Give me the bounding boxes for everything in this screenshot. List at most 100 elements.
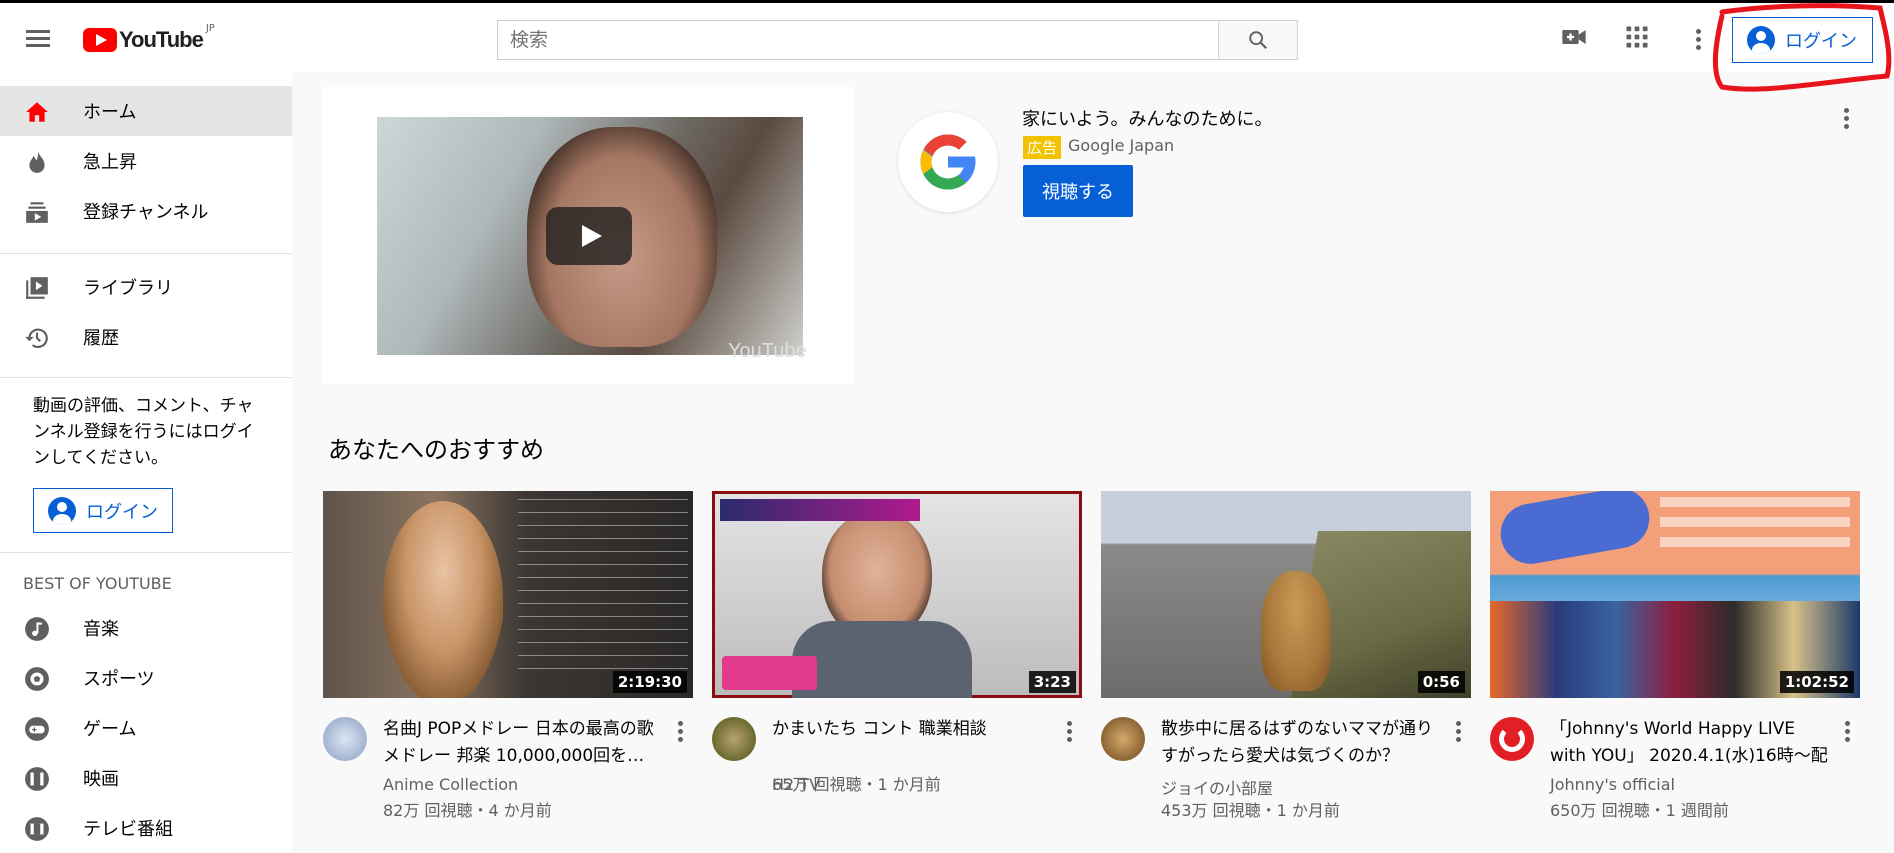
- channel-avatar[interactable]: [712, 717, 756, 761]
- video-more-icon[interactable]: [1059, 716, 1079, 746]
- caption-badge: [722, 656, 817, 690]
- sidebar-item-tv-shows[interactable]: テレビ番組: [0, 803, 292, 853]
- video-thumbnail[interactable]: 1:02:52: [1490, 491, 1860, 698]
- sidebar-item-label: ホーム: [83, 102, 137, 123]
- video-duration: 0:56: [1417, 671, 1465, 693]
- subscriptions-icon: [26, 202, 48, 223]
- video-thumbnail[interactable]: 0:56: [1101, 491, 1471, 698]
- sidebar-item-label: 映画: [83, 769, 119, 790]
- account-circle-icon: [48, 496, 76, 525]
- search-icon: [1249, 31, 1268, 50]
- sports-icon: [25, 667, 49, 691]
- video-title[interactable]: 「Johnny's World Happy LIVE with YOU」 202…: [1550, 716, 1835, 770]
- apps-grid-icon[interactable]: [1623, 23, 1651, 51]
- dog-image: [1261, 571, 1331, 691]
- login-label: ログイン: [86, 501, 158, 523]
- video-meta: 65万 回視聴・1 か月前: [772, 775, 941, 794]
- ad-video-more-icon[interactable]: • • •: [803, 113, 815, 149]
- sidebar-item-label: 急上昇: [83, 152, 137, 173]
- ad-advertiser: Google Japan: [1068, 136, 1175, 155]
- library-icon: [26, 277, 48, 299]
- sidebar: ホーム 急上昇 登録チャンネル ライブラリ 履歴 動画の評価、コメント、チャンネ…: [0, 72, 292, 852]
- header-login-button[interactable]: ログイン: [1732, 17, 1873, 63]
- history-icon: [25, 328, 48, 348]
- channel-name[interactable]: Johnny's official: [1550, 775, 1675, 794]
- sidebar-item-label: ライブラリ: [83, 278, 173, 299]
- top-bar: YouTube JP ログイン: [0, 0, 1894, 72]
- region-code: JP: [205, 23, 215, 34]
- video-title[interactable]: 散歩中に居るはずのないママが通りすがったら愛犬は気づくのか？: [1161, 716, 1446, 770]
- hamburger-menu-icon[interactable]: [22, 26, 54, 54]
- channel-name[interactable]: ジョイの小部屋: [1161, 775, 1273, 799]
- sidebar-item-label: 履歴: [83, 328, 119, 349]
- channel-name[interactable]: Anime Collection: [383, 775, 518, 794]
- video-card: 1:02:52 「Johnny's World Happy LIVE with …: [1490, 491, 1860, 831]
- sidebar-item-label: スポーツ: [83, 669, 155, 690]
- sidebar-item-label: 音楽: [83, 619, 119, 640]
- sidebar-item-sports[interactable]: スポーツ: [0, 653, 292, 703]
- video-thumbnail[interactable]: 2:19:30: [323, 491, 693, 698]
- sidebar-item-label: ゲーム: [83, 719, 137, 740]
- video-card: 2:19:30 名曲J POPメドレー 日本の最高の歌メドレー 邦楽 10,00…: [323, 491, 693, 831]
- google-g-icon: [920, 134, 976, 190]
- ad-video-frame: [377, 117, 803, 355]
- ad-more-icon[interactable]: [1836, 103, 1856, 133]
- sidebar-item-subscriptions[interactable]: 登録チャンネル: [0, 186, 292, 236]
- best-of-youtube-heading: BEST OF YOUTUBE: [23, 574, 172, 593]
- show-logo-badge: [1495, 491, 1655, 569]
- music-icon: [25, 617, 49, 641]
- sidebar-item-label: 登録チャンネル: [83, 202, 209, 223]
- search-input[interactable]: [497, 20, 1218, 60]
- channel-avatar[interactable]: [1101, 717, 1145, 761]
- search-bar: [497, 20, 1298, 60]
- comedian-suit: [792, 621, 972, 698]
- signin-prompt-text: 動画の評価、コメント、チャンネル登録を行うにはログインしてください。: [33, 396, 254, 468]
- search-button[interactable]: [1218, 20, 1298, 60]
- sidebar-item-home[interactable]: ホーム: [0, 86, 292, 136]
- youtube-logo[interactable]: YouTube JP: [83, 23, 215, 55]
- create-video-icon[interactable]: [1560, 23, 1588, 51]
- home-icon: [26, 102, 48, 122]
- ad-title[interactable]: 家にいよう。みんなのために。: [1022, 105, 1273, 131]
- video-title[interactable]: かまいたち コント 職業相談: [772, 716, 1057, 743]
- video-meta: 453万 回視聴・1 か月前: [1161, 801, 1340, 820]
- video-more-icon[interactable]: [670, 716, 690, 746]
- video-more-icon[interactable]: [1448, 716, 1468, 746]
- sidebar-item-gaming[interactable]: ゲーム: [0, 703, 292, 753]
- video-duration: 3:23: [1028, 671, 1076, 693]
- sidebar-item-library[interactable]: ライブラリ: [0, 262, 292, 312]
- play-icon[interactable]: [546, 207, 632, 265]
- video-card: 3:23 かまいたち コント 職業相談 H2 TV 65万 回視聴・1 か月前: [712, 491, 1082, 831]
- sidebar-item-music[interactable]: 音楽: [0, 603, 292, 653]
- sidebar-item-history[interactable]: 履歴: [0, 312, 292, 362]
- video-thumbnail[interactable]: 3:23: [712, 491, 1082, 698]
- sidebar-login-button[interactable]: ログイン: [33, 488, 173, 533]
- singer-image: [383, 501, 503, 698]
- video-more-icon[interactable]: [1837, 716, 1857, 746]
- caption-banner: [720, 499, 920, 521]
- video-meta: 82万 回視聴・4 か月前: [383, 801, 552, 820]
- logo-text: YouTube: [119, 27, 204, 52]
- youtube-watermark: YouTube: [728, 340, 807, 362]
- account-circle-icon: [1747, 26, 1775, 54]
- login-label: ログイン: [1785, 31, 1857, 52]
- sidebar-divider: [0, 253, 292, 254]
- sidebar-item-label: テレビ番組: [83, 819, 173, 840]
- ad-video-player[interactable]: • • • YouTube: [323, 87, 853, 384]
- show-title-text-art: [1660, 497, 1850, 557]
- video-card: 0:56 散歩中に居るはずのないママが通りすがったら愛犬は気づくのか？ ジョイの…: [1101, 491, 1471, 831]
- sidebar-divider: [0, 377, 292, 378]
- watch-button[interactable]: 視聴する: [1023, 165, 1133, 217]
- sidebar-item-trending[interactable]: 急上昇: [0, 136, 292, 186]
- youtube-play-logo-icon: [83, 28, 117, 52]
- sidebar-item-movies[interactable]: 映画: [0, 753, 292, 803]
- channel-avatar[interactable]: [1490, 717, 1534, 761]
- johnnys-logo-icon: [1499, 726, 1525, 752]
- channel-avatar[interactable]: [323, 717, 367, 761]
- google-avatar[interactable]: [898, 112, 998, 212]
- video-title[interactable]: 名曲J POPメドレー 日本の最高の歌メドレー 邦楽 10,000,000回を…: [383, 716, 668, 770]
- video-meta: 650万 回視聴・1 週間前: [1550, 801, 1729, 820]
- settings-more-icon[interactable]: [1688, 24, 1708, 54]
- film-icon: [25, 767, 49, 791]
- tv-icon: [25, 817, 49, 841]
